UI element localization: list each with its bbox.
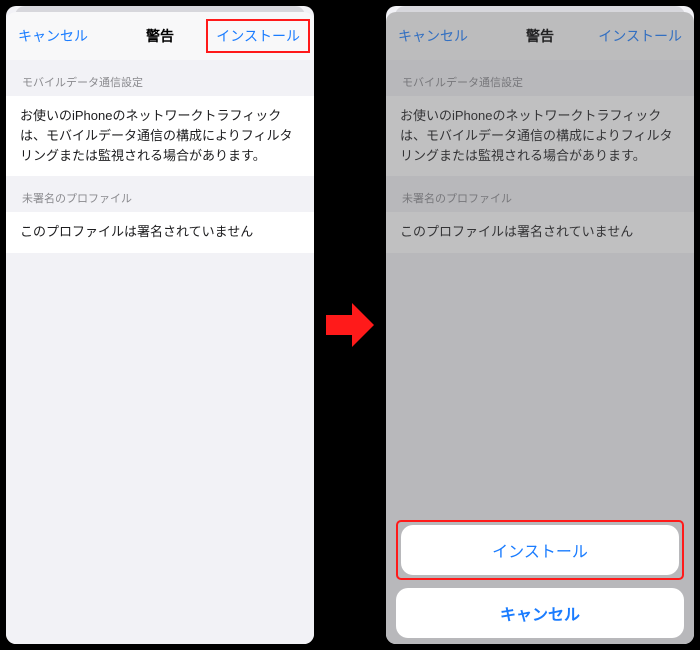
warning-sheet: キャンセル 警告 インストール モバイルデータ通信設定 お使いのiPhoneのネ…	[6, 12, 314, 644]
cancel-button[interactable]: キャンセル	[18, 26, 88, 46]
section-label-mobile: モバイルデータ通信設定	[6, 60, 314, 96]
section-body-mobile: お使いのiPhoneのネットワークトラフィックは、モバイルデータ通信の構成により…	[6, 96, 314, 176]
section-label-profile: 未署名のプロファイル	[386, 176, 694, 212]
phone-right: キャンセル 警告 インストール モバイルデータ通信設定 お使いのiPhoneのネ…	[386, 6, 694, 644]
navbar: キャンセル 警告 インストール	[6, 12, 314, 60]
content-area: モバイルデータ通信設定 お使いのiPhoneのネットワークトラフィックは、モバイ…	[6, 60, 314, 644]
section-body-mobile: お使いのiPhoneのネットワークトラフィックは、モバイルデータ通信の構成により…	[386, 96, 694, 176]
section-label-mobile: モバイルデータ通信設定	[386, 60, 694, 96]
action-cancel-button[interactable]: キャンセル	[396, 588, 684, 638]
action-install-button[interactable]: インストール	[401, 525, 679, 575]
section-body-profile: このプロファイルは署名されていません	[386, 212, 694, 252]
action-sheet: インストール キャンセル	[396, 520, 684, 638]
install-button[interactable]: インストール	[206, 19, 310, 53]
arrow-icon	[322, 297, 378, 353]
install-highlight: インストール	[396, 520, 684, 580]
navbar: キャンセル 警告 インストール	[386, 12, 694, 60]
warning-sheet: キャンセル 警告 インストール モバイルデータ通信設定 お使いのiPhoneのネ…	[386, 12, 694, 644]
phone-left: キャンセル 警告 インストール モバイルデータ通信設定 お使いのiPhoneのネ…	[6, 6, 314, 644]
install-button[interactable]: インストール	[598, 26, 682, 46]
cancel-button[interactable]: キャンセル	[398, 26, 468, 46]
section-body-profile: このプロファイルは署名されていません	[6, 212, 314, 252]
section-label-profile: 未署名のプロファイル	[6, 176, 314, 212]
